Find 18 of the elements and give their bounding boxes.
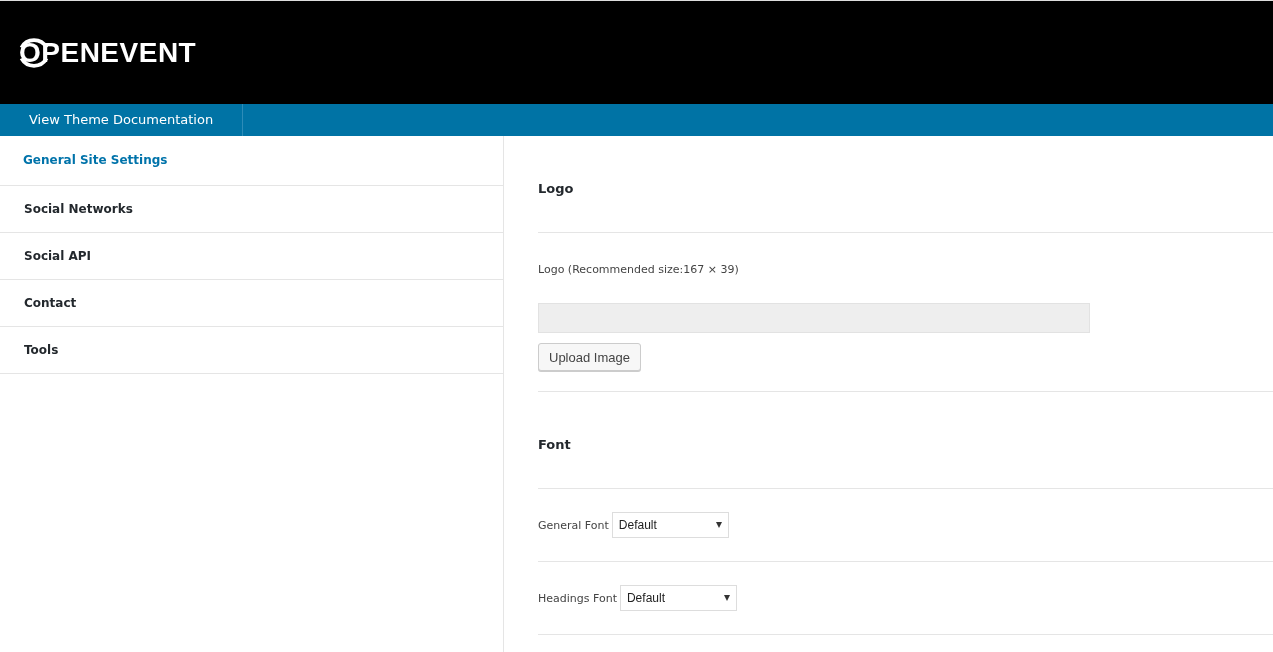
upload-button[interactable]: Upload Image bbox=[538, 343, 641, 371]
sidebar-item[interactable]: Social API bbox=[0, 233, 503, 280]
field-label: Headings Font bbox=[538, 591, 617, 605]
field-label: General Font bbox=[538, 518, 609, 532]
image-path-field[interactable] bbox=[538, 303, 1090, 333]
field-label: Logo (Recommended size:167 × 39) bbox=[538, 263, 740, 276]
caret-icon bbox=[723, 595, 730, 601]
sidebar-item[interactable]: Contact bbox=[0, 280, 503, 327]
caret-icon bbox=[715, 522, 722, 528]
font-dropdown[interactable]: Default bbox=[611, 512, 729, 538]
sidebar-item[interactable]: Tools bbox=[0, 327, 503, 374]
logo: OPENEVENT bbox=[19, 36, 197, 69]
sidebar-item[interactable]: General Site Settings bbox=[0, 136, 503, 186]
documentation-link[interactable]: View Theme Documentation bbox=[0, 104, 244, 136]
sidebar-item[interactable]: Social Networks bbox=[0, 186, 503, 233]
font-dropdown[interactable]: Default bbox=[619, 585, 737, 611]
section-heading: Font bbox=[538, 392, 1273, 489]
section-heading: Logo bbox=[538, 136, 1273, 233]
